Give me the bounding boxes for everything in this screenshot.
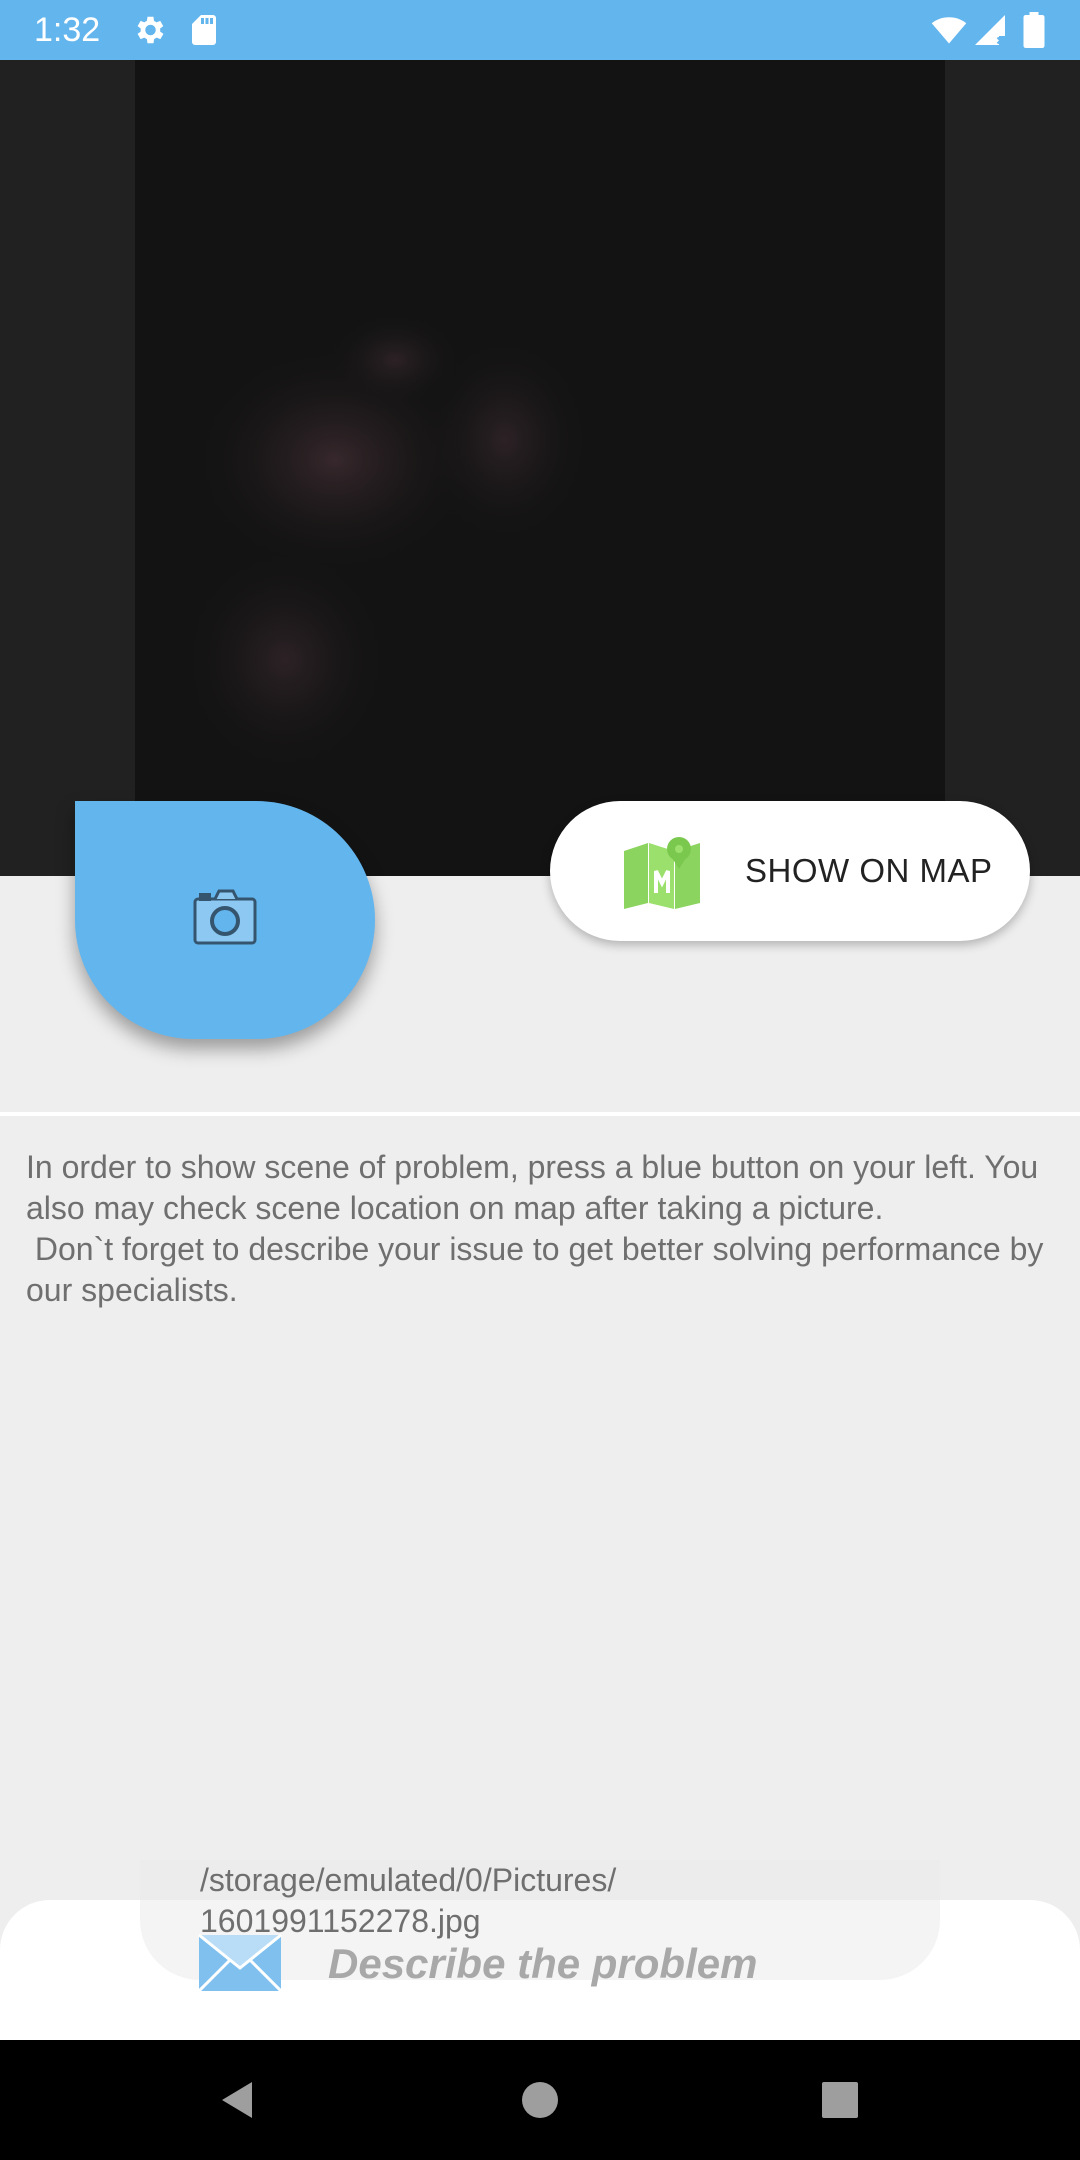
back-icon[interactable]: [218, 2080, 258, 2120]
gear-icon: [137, 16, 164, 44]
describe-problem-input[interactable]: [328, 1938, 888, 1990]
photo-preview-area: [0, 60, 1080, 876]
camera-icon: [193, 889, 257, 945]
take-photo-button[interactable]: [75, 801, 375, 1039]
captured-photo: [135, 60, 945, 876]
section-divider: [0, 1112, 1080, 1116]
app-screen: 1:32 SHOW ON MAP In order to show scene …: [0, 0, 1080, 2160]
show-on-map-button[interactable]: SHOW ON MAP: [550, 801, 1030, 941]
instructions-text: In order to show scene of problem, press…: [26, 1149, 1044, 1308]
attached-file-path: /storage/emulated/0/Pictures/ 1601991152…: [200, 1862, 617, 1939]
status-bar: 1:32: [0, 0, 1080, 60]
status-time: 1:32: [34, 11, 101, 49]
navigation-bar: [0, 2040, 1080, 2160]
show-on-map-label: SHOW ON MAP: [745, 852, 993, 889]
sd-card-icon: [192, 15, 216, 45]
map-icon: [624, 837, 700, 909]
signal-icon: [975, 15, 1005, 45]
home-icon[interactable]: [520, 2080, 560, 2120]
wifi-icon: [931, 17, 967, 44]
photo-image: [175, 310, 595, 780]
mail-icon[interactable]: [198, 1934, 282, 1992]
battery-icon: [1023, 12, 1045, 48]
recents-icon[interactable]: [820, 2080, 860, 2120]
